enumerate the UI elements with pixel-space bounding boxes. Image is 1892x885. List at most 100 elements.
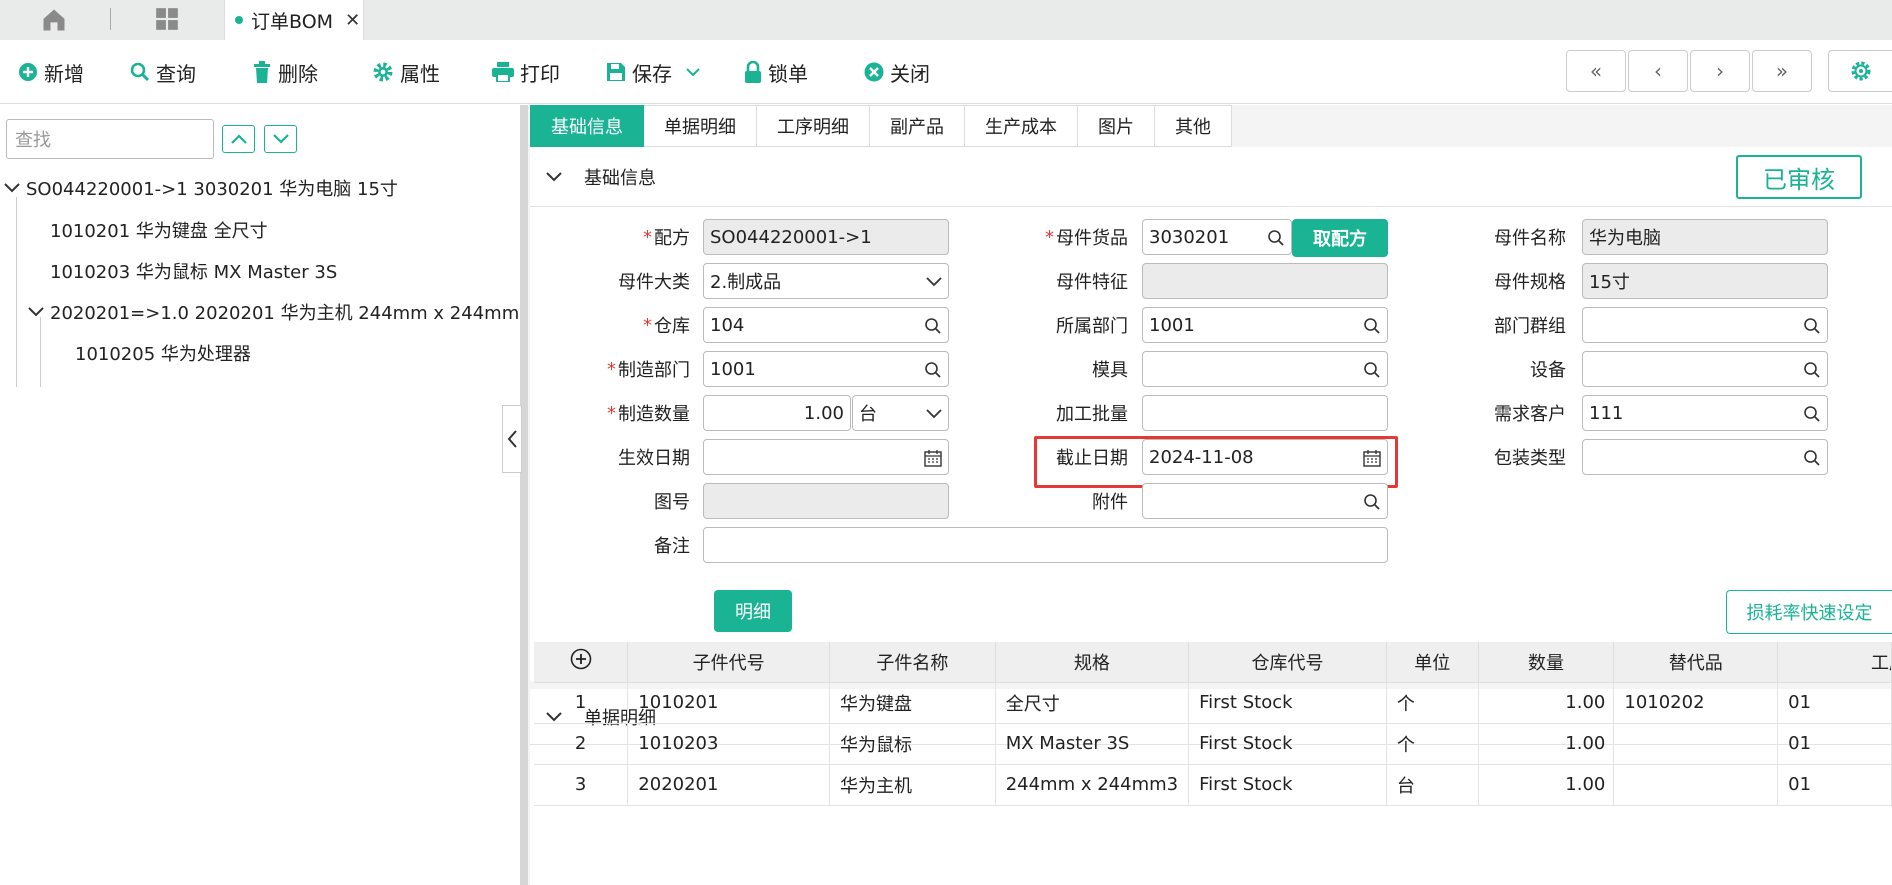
search-icon[interactable] bbox=[1803, 405, 1821, 423]
attachment-field[interactable] bbox=[1142, 483, 1388, 519]
cell[interactable]: 华为键盘 bbox=[829, 682, 996, 724]
cell[interactable]: MX Master 3S bbox=[995, 723, 1190, 765]
tab-process-detail[interactable]: 工序明细 bbox=[757, 105, 870, 147]
unit-select[interactable]: 台 bbox=[852, 395, 949, 431]
tab-document-detail[interactable]: 单据明细 bbox=[644, 105, 757, 147]
tab-byproduct[interactable]: 副产品 bbox=[870, 105, 965, 147]
last-record-button[interactable]: » bbox=[1752, 50, 1812, 92]
customer-field[interactable]: 111 bbox=[1582, 395, 1828, 431]
tree-node[interactable]: 1010201 华为键盘 全尺寸 bbox=[50, 217, 268, 243]
search-icon[interactable] bbox=[1363, 361, 1381, 379]
loss-rate-button[interactable]: 损耗率快速设定 bbox=[1726, 590, 1892, 634]
search-icon[interactable] bbox=[1267, 229, 1285, 247]
package-field[interactable] bbox=[1582, 439, 1828, 475]
detail-button[interactable]: 明细 bbox=[714, 590, 792, 632]
search-icon[interactable] bbox=[924, 317, 942, 335]
parent-category-select[interactable]: 2.制成品 bbox=[703, 263, 949, 299]
column-header[interactable]: 仓库代号 bbox=[1188, 642, 1387, 683]
cell[interactable]: 2020201 bbox=[627, 764, 830, 806]
tab-basic-info[interactable]: 基础信息 bbox=[530, 105, 644, 147]
search-input[interactable]: 查找 bbox=[6, 119, 214, 159]
search-icon[interactable] bbox=[1803, 449, 1821, 467]
column-header[interactable]: 工序 bbox=[1777, 642, 1892, 683]
chevron-down-icon[interactable] bbox=[4, 183, 20, 193]
cell[interactable]: 全尺寸 bbox=[995, 682, 1190, 724]
cell[interactable]: 台 bbox=[1386, 764, 1479, 806]
cell[interactable]: 01 bbox=[1777, 764, 1892, 806]
cell[interactable]: 01 bbox=[1777, 723, 1892, 765]
calendar-icon[interactable] bbox=[924, 449, 942, 467]
next-record-button[interactable]: › bbox=[1690, 50, 1750, 92]
cell[interactable]: 个 bbox=[1386, 682, 1479, 724]
column-header[interactable]: 单位 bbox=[1386, 642, 1479, 683]
drawing-field[interactable] bbox=[703, 483, 949, 519]
mold-field[interactable] bbox=[1142, 351, 1388, 387]
cell[interactable]: 华为主机 bbox=[829, 764, 996, 806]
chevron-down-icon[interactable] bbox=[686, 67, 700, 77]
cell[interactable]: First Stock bbox=[1188, 723, 1387, 765]
table-row[interactable]: 1 1010201 华为键盘 全尺寸 First Stock 个 1.00 10… bbox=[534, 682, 1892, 724]
add-button[interactable]: 新增 bbox=[18, 58, 84, 86]
cell[interactable] bbox=[1613, 723, 1779, 765]
collapse-panel-button[interactable] bbox=[502, 405, 522, 473]
parent-feature-field[interactable] bbox=[1142, 263, 1388, 299]
cell[interactable]: First Stock bbox=[1188, 764, 1387, 806]
tab-other[interactable]: 其他 bbox=[1155, 105, 1232, 147]
mfg-qty-field[interactable]: 1.00 bbox=[703, 395, 851, 431]
tree-node[interactable]: 1010205 华为处理器 bbox=[75, 340, 251, 366]
tree-node[interactable]: 2020201=>1.0 2020201 华为主机 244mm x 244mm3 bbox=[28, 299, 531, 325]
equipment-field[interactable] bbox=[1582, 351, 1828, 387]
mfg-dept-field[interactable]: 1001 bbox=[703, 351, 949, 387]
formula-field[interactable]: SO044220001->1 bbox=[703, 219, 949, 255]
home-icon[interactable] bbox=[40, 6, 68, 34]
first-record-button[interactable]: « bbox=[1566, 50, 1626, 92]
warehouse-field[interactable]: 104 bbox=[703, 307, 949, 343]
column-header[interactable]: 规格 bbox=[995, 642, 1190, 683]
cell[interactable]: 1010201 bbox=[627, 682, 830, 724]
table-row[interactable]: 3 2020201 华为主机 244mm x 244mm3 First Stoc… bbox=[534, 764, 1892, 806]
add-row-header[interactable] bbox=[534, 642, 629, 683]
batch-field[interactable] bbox=[1142, 395, 1388, 431]
remark-field[interactable] bbox=[703, 527, 1388, 563]
plus-circle-icon[interactable] bbox=[570, 648, 592, 670]
cell[interactable]: 个 bbox=[1386, 723, 1479, 765]
table-row[interactable]: 2 1010203 华为鼠标 MX Master 3S First Stock … bbox=[534, 723, 1892, 765]
column-header[interactable]: 数量 bbox=[1478, 642, 1615, 683]
effective-date-field[interactable] bbox=[703, 439, 949, 475]
cell[interactable]: 华为鼠标 bbox=[829, 723, 996, 765]
parent-goods-field[interactable]: 3030201 bbox=[1142, 219, 1292, 255]
move-down-button[interactable] bbox=[264, 125, 297, 153]
parent-spec-field[interactable]: 15寸 bbox=[1582, 263, 1828, 299]
close-icon[interactable]: ✕ bbox=[345, 10, 360, 31]
prev-record-button[interactable]: ‹ bbox=[1628, 50, 1688, 92]
search-icon[interactable] bbox=[1363, 317, 1381, 335]
settings-button[interactable] bbox=[1828, 50, 1892, 92]
parent-name-field[interactable]: 华为电脑 bbox=[1582, 219, 1828, 255]
grid-icon[interactable] bbox=[154, 6, 180, 32]
delete-button[interactable]: 删除 bbox=[252, 58, 318, 86]
dept-field[interactable]: 1001 bbox=[1142, 307, 1388, 343]
cell[interactable]: 244mm x 244mm3 bbox=[995, 764, 1190, 806]
query-button[interactable]: 查询 bbox=[130, 58, 196, 86]
column-header[interactable]: 子件代号 bbox=[627, 642, 830, 683]
tree-node-root[interactable]: SO044220001->1 3030201 华为电脑 15寸 bbox=[4, 175, 398, 201]
cell[interactable] bbox=[1613, 764, 1779, 806]
search-icon[interactable] bbox=[1803, 317, 1821, 335]
chevron-down-icon[interactable] bbox=[28, 307, 44, 317]
save-button[interactable]: 保存 bbox=[606, 58, 706, 86]
properties-button[interactable]: 属性 bbox=[372, 58, 440, 86]
cell[interactable]: 1010202 bbox=[1613, 682, 1779, 724]
cell[interactable]: 1.00 bbox=[1478, 764, 1615, 806]
cell[interactable]: 1.00 bbox=[1478, 682, 1615, 724]
search-icon[interactable] bbox=[1363, 493, 1381, 511]
print-button[interactable]: 打印 bbox=[492, 58, 560, 86]
close-button[interactable]: 关闭 bbox=[864, 58, 930, 86]
tree-node[interactable]: 1010203 华为鼠标 MX Master 3S bbox=[50, 258, 337, 284]
tab-order-bom[interactable]: 订单BOM ✕ bbox=[224, 0, 364, 40]
tab-images[interactable]: 图片 bbox=[1078, 105, 1155, 147]
get-formula-button[interactable]: 取配方 bbox=[1292, 219, 1388, 257]
column-header[interactable]: 替代品 bbox=[1613, 642, 1779, 683]
tab-production-cost[interactable]: 生产成本 bbox=[965, 105, 1078, 147]
panel-splitter[interactable] bbox=[520, 105, 528, 885]
cell[interactable]: First Stock bbox=[1188, 682, 1387, 724]
